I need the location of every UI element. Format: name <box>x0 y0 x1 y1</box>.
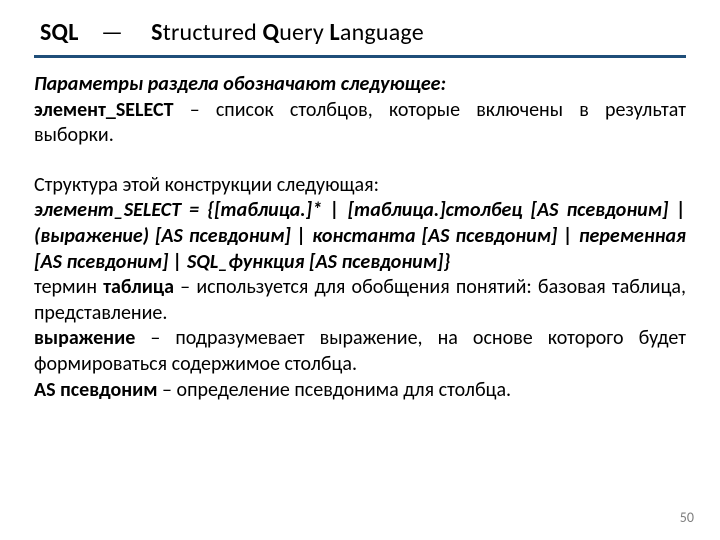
term-table: таблица <box>103 275 174 299</box>
syntax-block: элемент_SELECT = {[таблица.]* | [таблица… <box>34 198 686 275</box>
term-expression: выражение <box>34 326 135 350</box>
term-element-select: элемент_SELECT <box>34 98 174 122</box>
definition-table: термин таблица – используется для обобще… <box>34 275 686 326</box>
title-underline <box>34 55 686 58</box>
definition-element-select: элемент_SELECT – список столбцов, которы… <box>34 98 686 149</box>
definition-alias: AS псевдоним – определение псевдонима дл… <box>34 378 686 404</box>
structure-label: Структура этой конструкции следующая: <box>34 173 686 199</box>
page-number: 50 <box>680 509 694 526</box>
title-q: Q <box>263 18 280 47</box>
section-heading: Параметры раздела обозначают следующее: <box>34 72 686 98</box>
slide-body: Параметры раздела обозначают следующее: … <box>34 72 686 403</box>
title-l: L <box>330 18 340 47</box>
definition-expression: выражение – подразумевает выражение, на … <box>34 326 686 377</box>
title-s: S <box>151 18 163 47</box>
slide-title: SQL — Structured Query Language <box>34 18 686 53</box>
title-dash: — <box>101 18 123 47</box>
title-sql: SQL <box>40 18 79 47</box>
term-alias: AS псевдоним <box>34 378 158 402</box>
